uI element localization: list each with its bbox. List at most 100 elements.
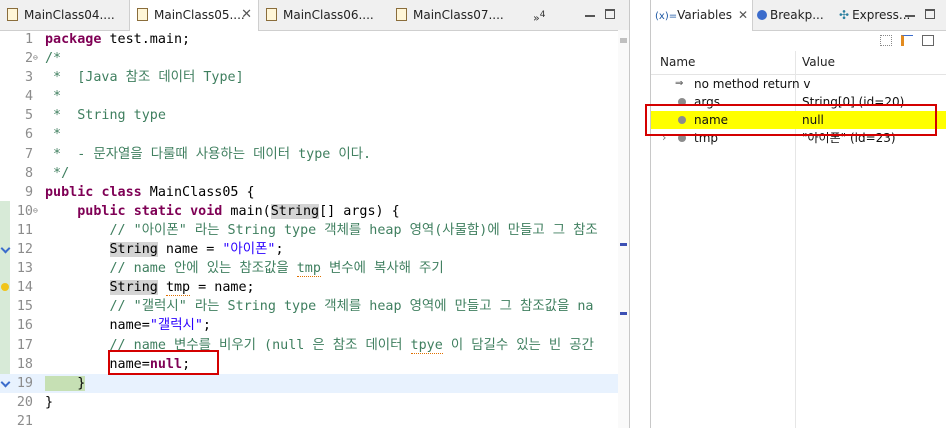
code-token: test.main; <box>101 32 191 47</box>
maximize-icon[interactable] <box>605 9 615 19</box>
code-string: "갤럭시" <box>149 318 203 334</box>
current-debug-line: 19 } <box>0 373 618 393</box>
code-comment: 변수에 복사해 주기 <box>320 261 444 277</box>
close-icon[interactable]: ✕ <box>241 0 252 30</box>
collapse-all-icon[interactable] <box>922 35 934 46</box>
line-number: 5 <box>24 108 33 124</box>
maximize-icon[interactable] <box>925 9 935 19</box>
code-comment: * - 문자열을 다룰때 사용하는 데이터 type 이다. <box>45 146 372 162</box>
variable-row[interactable]: args String[0] (id=20) <box>651 93 946 111</box>
code-comment: // name 변수를 비우기 (null 은 참조 데이터 <box>45 337 411 353</box>
code-line: 9 public class MainClass05 { <box>0 183 618 202</box>
code-token: ; <box>275 242 284 258</box>
line-number: 2 <box>24 51 33 67</box>
line-number: 19 <box>16 375 33 391</box>
code-token: public <box>45 184 94 200</box>
chevron-double-right-icon: » <box>533 11 540 25</box>
code-line: 7 * - 문자열을 다룰때 사용하는 데이터 type 이다. <box>0 145 618 164</box>
code-token: = name; <box>190 280 255 296</box>
code-line: 10 ⊖ public static void main(String[] arg… <box>0 202 618 221</box>
line-number: 18 <box>16 356 33 372</box>
java-editor[interactable]: MainClass04.... MainClass05.... ✕ MainCl… <box>0 0 630 431</box>
minimize-icon[interactable] <box>585 9 595 17</box>
variable-name: name <box>694 113 729 127</box>
overview-ruler[interactable] <box>618 30 629 428</box>
code-line: 20} <box>0 393 618 412</box>
line-number: 17 <box>16 337 33 353</box>
overview-occurrence-mark[interactable] <box>620 243 627 246</box>
variable-row[interactable]: ⇒ no method return v <box>651 75 946 93</box>
line-number: 16 <box>16 318 33 334</box>
tab-mainclass05[interactable]: MainClass05.... ✕ <box>129 0 259 31</box>
code-token: String <box>270 203 320 219</box>
fold-collapse-icon[interactable]: ⊖ <box>33 54 38 62</box>
tab-overflow-button[interactable]: »4 <box>533 0 545 30</box>
code-token: MainClass05 { <box>141 184 255 200</box>
line-number: 10 <box>16 203 33 219</box>
line-number: 1 <box>24 32 33 47</box>
variables-toolbar <box>651 30 946 51</box>
code-line: 21 <box>0 412 618 431</box>
tab-breakpoints[interactable]: Breakp... <box>757 0 837 30</box>
code-token: class <box>101 184 142 200</box>
minimize-icon[interactable] <box>905 9 915 17</box>
column-header-value[interactable]: Value <box>802 51 835 74</box>
code-token: tmp <box>165 280 191 297</box>
code-token: ; <box>202 318 211 334</box>
editor-tab-bar: MainClass04.... MainClass05.... ✕ MainCl… <box>0 0 629 31</box>
java-file-icon <box>396 8 407 21</box>
code-area[interactable]: 1 package test.main; 2 ⊖/* 3 * [Java 참조 데이… <box>0 30 618 431</box>
code-token: String <box>109 280 158 296</box>
close-icon[interactable]: ✕ <box>738 0 748 30</box>
code-line: 17 // name 변수를 비우기 (null 은 참조 데이터 tpye 이… <box>0 336 618 355</box>
variables-table-header: Name Value <box>651 51 946 75</box>
show-logical-structure-icon[interactable] <box>901 35 913 46</box>
line-number: 3 <box>24 70 33 86</box>
tab-mainclass07[interactable]: MainClass07.... <box>389 0 523 30</box>
code-token: public <box>77 203 126 219</box>
line-number: 21 <box>16 413 33 429</box>
overview-occurrence-mark[interactable] <box>620 312 627 315</box>
show-type-names-icon[interactable] <box>880 35 892 46</box>
variable-row-selected[interactable]: name null <box>651 111 946 129</box>
warning-icon[interactable] <box>1 283 9 292</box>
tab-label: Express... <box>852 8 911 22</box>
code-comment: */ <box>45 165 70 181</box>
code-token: void <box>190 203 223 219</box>
variable-value: String[0] (id=20) <box>802 95 905 109</box>
code-comment: // name 안에 있는 참조값을 <box>45 261 297 277</box>
tab-mainclass04[interactable]: MainClass04.... <box>0 0 129 30</box>
variable-value: "아이폰" (id=23) <box>802 131 896 145</box>
code-comment: /* <box>45 51 62 67</box>
debug-view-tab-bar: (x)=Variables ✕ Breakp... ✣ Express... <box>651 0 946 31</box>
tab-variables[interactable]: (x)=Variables ✕ <box>651 0 753 31</box>
code-comment: // "아이폰" 라는 String type 객체를 heap 영역(사물함)… <box>45 222 598 238</box>
local-variable-icon <box>678 134 686 142</box>
column-header-name[interactable]: Name <box>660 51 695 74</box>
code-token: } <box>77 375 86 391</box>
code-line: 6 * <box>0 125 618 144</box>
code-line: 11 // "아이폰" 라는 String type 객체를 heap 영역(사… <box>0 221 618 240</box>
tab-mainclass06[interactable]: MainClass06.... <box>259 0 389 30</box>
breakpoint-icon <box>757 10 767 20</box>
line-number: 14 <box>16 280 33 296</box>
overview-summary-icon <box>620 38 627 43</box>
tab-label: MainClass05.... <box>154 8 245 22</box>
local-variable-icon <box>678 98 686 106</box>
fold-collapse-icon[interactable]: ⊖ <box>33 206 38 215</box>
variable-value: null <box>802 113 824 127</box>
code-line: 5 * String type <box>0 106 618 125</box>
code-line: 18 name=null; <box>0 355 618 374</box>
code-comment: tpye <box>410 337 443 354</box>
variable-row[interactable]: › tmp "아이폰" (id=23) <box>651 129 946 147</box>
variable-name: args <box>694 95 720 109</box>
chevron-right-icon[interactable]: › <box>662 129 666 147</box>
code-line: 13 // name 안에 있는 참조값을 tmp 변수에 복사해 주기 <box>0 259 618 278</box>
code-comment: * <box>45 89 62 105</box>
code-line: 3 * [Java 참조 데이터 Type] <box>0 68 618 87</box>
java-file-icon <box>7 8 18 21</box>
code-comment: // "갤럭시" 라는 String type 객체를 heap 영역에 만들고… <box>45 299 594 315</box>
line-number: 9 <box>24 184 33 200</box>
